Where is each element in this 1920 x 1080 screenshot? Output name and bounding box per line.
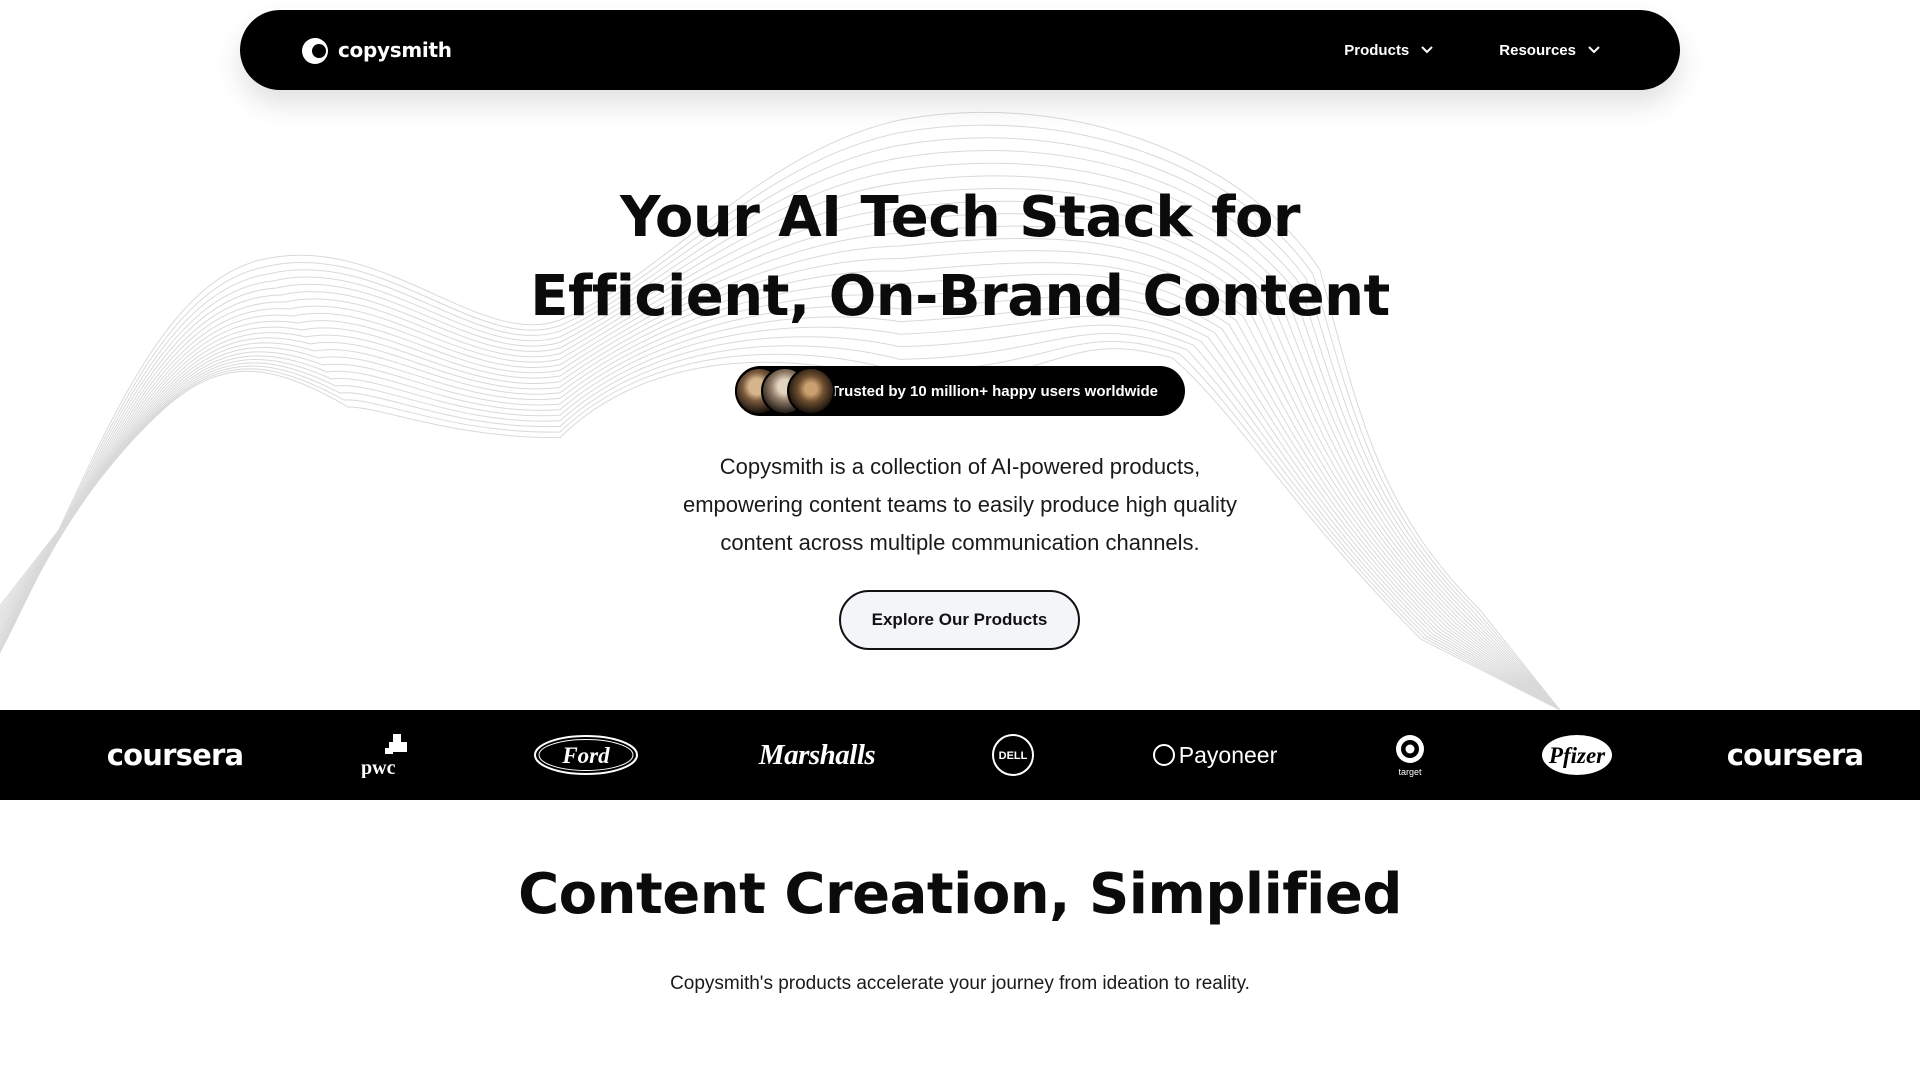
page: copysmith Products Resources Your AI Tec… — [0, 0, 1920, 1080]
nav-products-label: Products — [1344, 41, 1410, 59]
nav-resources-label: Resources — [1499, 41, 1576, 59]
payoneer-text: Payoneer — [1178, 741, 1278, 768]
hero-title-line2: Efficient, On-Brand Content — [530, 264, 1390, 329]
trust-text: Trusted by 10 million+ happy users world… — [830, 382, 1159, 400]
hero-description-line: Copysmith is a collection of AI-powered … — [719, 454, 1201, 479]
user-avatars — [735, 366, 835, 416]
explore-products-button[interactable]: Explore Our Products — [839, 590, 1080, 650]
hero-description-line: content across multiple communication ch… — [720, 530, 1200, 555]
nav-menu: Products Resources — [1344, 42, 1600, 59]
hero-title-line1: Your AI Tech Stack for — [619, 185, 1301, 250]
target-logo: target — [1390, 710, 1430, 800]
pfizer-logo: Pfizer — [1540, 710, 1614, 800]
trust-badge: Trusted by 10 million+ happy users world… — [735, 366, 1185, 416]
avatar — [787, 367, 835, 415]
svg-text:target: target — [1398, 767, 1422, 777]
brand-logo[interactable]: copysmith — [300, 35, 452, 65]
hero-description: Copysmith is a collection of AI-powered … — [560, 448, 1360, 562]
coursera-logo: coursera — [1726, 738, 1864, 772]
coursera-logo: coursera — [106, 738, 244, 772]
brand-name: copysmith — [338, 38, 452, 62]
chevron-down-icon — [1588, 46, 1600, 54]
marshalls-logo: Marshalls — [758, 738, 876, 771]
customer-logos-band: coursera pwc Ford Marshalls DELL Payonee… — [0, 710, 1920, 800]
svg-text:pwc: pwc — [361, 757, 396, 778]
ford-logo: Ford — [532, 710, 640, 800]
svg-text:Ford: Ford — [561, 743, 610, 768]
payoneer-logo: Payoneer — [1150, 710, 1280, 800]
dell-logo: DELL — [990, 710, 1036, 800]
copysmith-logo-icon — [302, 38, 328, 64]
top-navbar: copysmith Products Resources — [240, 10, 1680, 90]
svg-text:Pfizer: Pfizer — [1548, 743, 1606, 768]
payoneer-ring-icon — [1152, 744, 1175, 766]
section-title: Content Creation, Simplified — [518, 862, 1402, 927]
pwc-logo: pwc — [350, 710, 420, 800]
nav-products[interactable]: Products — [1344, 42, 1433, 59]
hero-title: Your AI Tech Stack for Efficient, On-Bra… — [0, 178, 1920, 336]
chevron-down-icon — [1421, 46, 1433, 54]
section-subtitle: Copysmith's products accelerate your jou… — [670, 973, 1250, 994]
nav-resources[interactable]: Resources — [1499, 42, 1600, 59]
svg-text:DELL: DELL — [999, 750, 1028, 762]
hero-description-line: empowering content teams to easily produ… — [683, 492, 1237, 517]
